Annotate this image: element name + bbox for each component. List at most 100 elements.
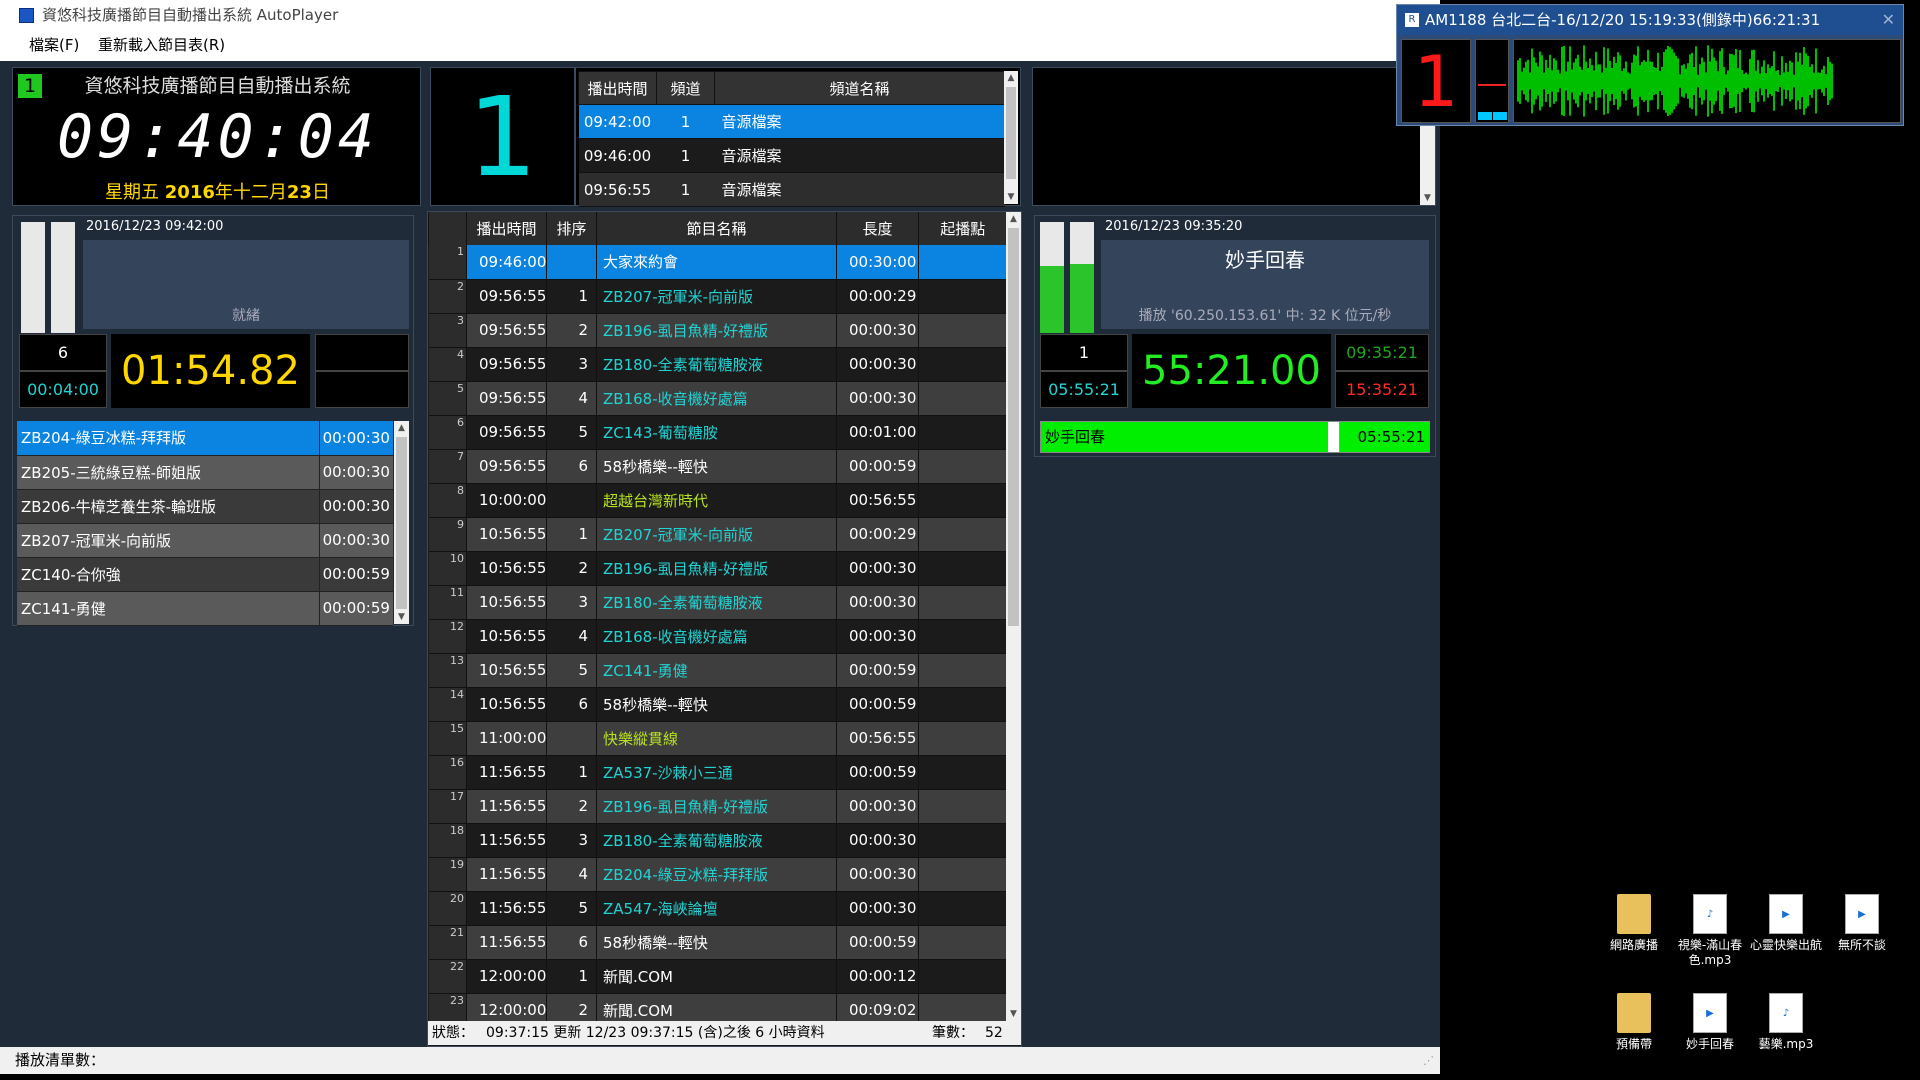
program-row[interactable]: 9 10:56:55 1 ZB207-冠軍米-向前版 00:00:29 <box>428 517 1007 552</box>
col-channel[interactable]: 頻道 <box>656 71 715 105</box>
queue-item[interactable]: ZC140-合你強 00:00:59 <box>17 557 393 592</box>
col-start-point[interactable]: 起播點 <box>918 212 1007 245</box>
channel-row[interactable]: 09:46:00 1 音源檔案 <box>578 138 1005 173</box>
desktop-icon[interactable]: ▶ 心靈快樂出航 <box>1749 894 1823 953</box>
scroll-thumb[interactable] <box>1006 87 1016 179</box>
col-order[interactable]: 排序 <box>546 212 597 245</box>
queue-item-duration: 00:00:30 <box>319 421 393 456</box>
program-row[interactable]: 13 10:56:55 5 ZC141-勇健 00:00:59 <box>428 653 1007 688</box>
program-row-index: 11 <box>428 585 467 620</box>
program-row-index: 10 <box>428 551 467 586</box>
program-row[interactable]: 18 11:56:55 3 ZB180-全素葡萄糖胺液 00:00:30 <box>428 823 1007 858</box>
program-table-scrollbar[interactable]: ▲ ▼ <box>1006 212 1021 1021</box>
left-player-info: 就緒 <box>83 240 409 329</box>
program-row[interactable]: 11 10:56:55 3 ZB180-全素葡萄糖胺液 00:00:30 <box>428 585 1007 620</box>
program-row-time: 12:00:00 <box>466 959 547 994</box>
program-row[interactable]: 12 10:56:55 4 ZB168-收音機好處篇 00:00:30 <box>428 619 1007 654</box>
program-row[interactable]: 17 11:56:55 2 ZB196-虱目魚精-好禮版 00:00:30 <box>428 789 1007 824</box>
close-icon[interactable]: ✕ <box>1882 5 1895 35</box>
program-row[interactable]: 6 09:56:55 5 ZC143-葡萄糖胺 00:01:00 <box>428 415 1007 450</box>
program-row[interactable]: 2 09:56:55 1 ZB207-冠軍米-向前版 00:00:29 <box>428 279 1007 314</box>
date-suffix: 日 <box>311 182 330 203</box>
queue-item[interactable]: ZC141-勇健 00:00:59 <box>17 591 393 626</box>
program-row[interactable]: 21 11:56:55 6 58秒橋樂--輕快 00:00:59 <box>428 925 1007 960</box>
program-row[interactable]: 16 11:56:55 1 ZA537-沙棘小三通 00:00:59 <box>428 755 1007 790</box>
program-row-length: 00:01:00 <box>836 415 919 450</box>
program-row-start-point <box>918 279 1007 314</box>
program-row-start-point <box>918 857 1007 892</box>
queue-item[interactable]: ZB207-冠軍米-向前版 00:00:30 <box>17 523 393 558</box>
program-row-length: 00:00:59 <box>836 755 919 790</box>
program-row[interactable]: 8 10:00:00 超越台灣新時代 00:56:55 <box>428 483 1007 518</box>
program-row[interactable]: 10 10:56:55 2 ZB196-虱目魚精-好禮版 00:00:30 <box>428 551 1007 586</box>
program-row-index: 9 <box>428 517 467 552</box>
queue-item[interactable]: ZB204-綠豆冰糕-拜拜版 00:00:30 <box>17 421 393 456</box>
program-row-index: 18 <box>428 823 467 858</box>
menu-reload-schedule[interactable]: 重新載入節目表(R) <box>98 30 225 61</box>
desktop-icon[interactable]: 預備帶 <box>1597 993 1671 1052</box>
program-row[interactable]: 1 09:46:00 大家來約會 00:30:00 <box>428 245 1007 280</box>
clock-date: 星期五 2016年十二月23日 <box>13 178 422 204</box>
menu-bar: 檔案(F) 重新載入節目表(R) <box>0 30 1440 61</box>
folder-icon <box>1617 894 1651 934</box>
program-row-order: 5 <box>546 415 597 450</box>
col-channel-name[interactable]: 頻道名稱 <box>714 71 1005 105</box>
desktop-icon[interactable]: ♪ 藝樂.mp3 <box>1749 993 1823 1052</box>
menu-file[interactable]: 檔案(F) <box>29 30 79 61</box>
scroll-up-arrow-icon[interactable]: ▲ <box>394 421 409 435</box>
scroll-down-arrow-icon[interactable]: ▼ <box>1004 190 1018 204</box>
scroll-down-arrow-icon[interactable]: ▼ <box>394 610 409 624</box>
program-row[interactable]: 22 12:00:00 1 新聞.COM 00:00:12 <box>428 959 1007 994</box>
system-name: 資悠科技廣播節目自動播出系統 <box>84 75 351 97</box>
col-air-time[interactable]: 播出時間 <box>466 212 547 245</box>
audio-file-icon: ▶ <box>1693 993 1727 1033</box>
program-row-time: 09:56:55 <box>466 279 547 314</box>
scroll-up-arrow-icon[interactable]: ▲ <box>1006 212 1021 226</box>
program-row-length: 00:00:30 <box>836 619 919 654</box>
recording-mini-window[interactable]: R AM1188 台北二台-16/12/20 15:19:33(側錄中)66:2… <box>1396 4 1904 126</box>
col-program-name[interactable]: 節目名稱 <box>596 212 837 245</box>
scroll-up-arrow-icon[interactable]: ▲ <box>1004 71 1018 85</box>
desktop-icon-label: 心靈快樂出航 <box>1749 938 1822 952</box>
program-row-index: 15 <box>428 721 467 756</box>
program-row-length: 00:30:00 <box>836 245 919 280</box>
program-row[interactable]: 20 11:56:55 5 ZA547-海峽論壇 00:00:30 <box>428 891 1007 926</box>
queue-item[interactable]: ZB206-牛樟芝養生茶-輪班版 00:00:30 <box>17 489 393 524</box>
program-row-length: 00:00:59 <box>836 925 919 960</box>
channel-row[interactable]: 09:42:00 1 音源檔案 <box>578 104 1005 139</box>
program-row-start-point <box>918 483 1007 518</box>
queue-scrollbar[interactable]: ▲ ▼ <box>394 421 409 624</box>
right-player-progress-bar[interactable]: 妙手回春 05:55:21 <box>1040 421 1430 453</box>
program-row[interactable]: 15 11:00:00 快樂縱貫線 00:56:55 <box>428 721 1007 756</box>
desktop-icon[interactable]: ▶ 妙手回春 <box>1673 993 1747 1052</box>
desktop-icon[interactable]: ♪ 視樂-滿山春色.mp3 <box>1673 894 1747 968</box>
program-row[interactable]: 3 09:56:55 2 ZB196-虱目魚精-好禮版 00:00:30 <box>428 313 1007 348</box>
scroll-thumb[interactable] <box>396 437 407 609</box>
program-row-length: 00:00:30 <box>836 347 919 382</box>
left-dock-strip <box>0 61 12 1047</box>
program-row-time: 10:56:55 <box>466 653 547 688</box>
queue-item[interactable]: ZB205-三統綠豆糕-師姐版 00:00:30 <box>17 455 393 490</box>
desktop-icon[interactable]: ▶ 無所不談 <box>1825 894 1899 953</box>
col-air-time[interactable]: 播出時間 <box>578 71 657 105</box>
program-row-start-point <box>918 653 1007 688</box>
program-row-index: 7 <box>428 449 467 484</box>
program-row[interactable]: 4 09:56:55 3 ZB180-全素葡萄糖胺液 00:00:30 <box>428 347 1007 382</box>
mini-title-bar[interactable]: R AM1188 台北二台-16/12/20 15:19:33(側錄中)66:2… <box>1397 5 1903 35</box>
program-row[interactable]: 14 10:56:55 6 58秒橋樂--輕快 00:00:59 <box>428 687 1007 722</box>
program-row[interactable]: 19 11:56:55 4 ZB204-綠豆冰糕-拜拜版 00:00:30 <box>428 857 1007 892</box>
program-row[interactable]: 7 09:56:55 6 58秒橋樂--輕快 00:00:59 <box>428 449 1007 484</box>
resize-grip-icon[interactable]: ⋰ <box>1423 1047 1434 1074</box>
scroll-thumb[interactable] <box>1008 228 1019 626</box>
channel-table-scrollbar[interactable]: ▲ ▼ <box>1004 71 1018 204</box>
desktop-icon[interactable]: 網路廣播 <box>1597 894 1671 953</box>
col-length[interactable]: 長度 <box>836 212 919 245</box>
program-row-order: 4 <box>546 619 597 654</box>
program-row-start-point <box>918 619 1007 654</box>
title-bar: 資悠科技廣播節目自動播出系統 AutoPlayer <box>0 0 1440 30</box>
scroll-down-arrow-icon[interactable]: ▼ <box>1420 191 1435 205</box>
program-row[interactable]: 5 09:56:55 4 ZB168-收音機好處篇 00:00:30 <box>428 381 1007 416</box>
right-player-info: 妙手回春 播放 '60.250.153.61' 中: 32 K 位元/秒 <box>1101 240 1429 329</box>
scroll-down-arrow-icon[interactable]: ▼ <box>1006 1007 1021 1021</box>
channel-row[interactable]: 09:56:55 1 音源檔案 <box>578 172 1005 207</box>
